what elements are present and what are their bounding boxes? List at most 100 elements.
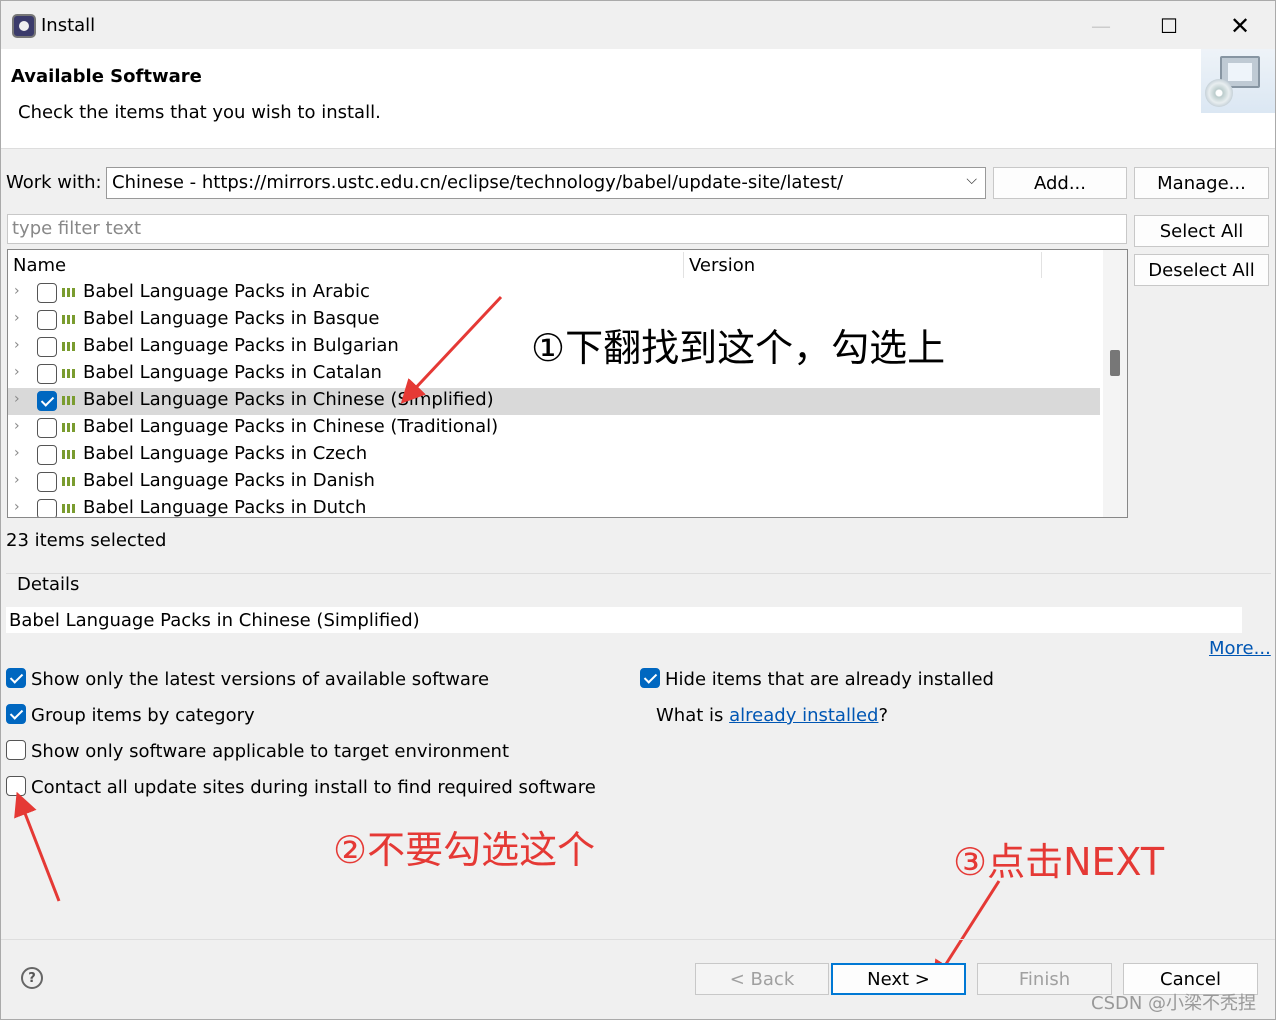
tree-scrollbar[interactable] [1103,250,1127,517]
column-divider[interactable] [683,252,684,278]
row-label: Babel Language Packs in Dutch [83,497,367,518]
hide-installed-checkbox[interactable] [640,668,660,688]
row-label: Babel Language Packs in Danish [83,470,375,491]
page-title: Available Software [11,66,202,87]
details-label: Details [15,574,82,595]
close-button[interactable]: ✕ [1217,9,1263,43]
row-checkbox[interactable] [37,364,57,384]
arrow-to-next-button [932,880,1001,986]
title-bar: Install — ☐ ✕ [1,1,1275,49]
annotation-step1: ①下翻找到这个，勾选上 [531,326,946,370]
feature-icon [62,288,77,297]
column-header-name[interactable]: Name [13,255,66,276]
contact-update-sites-checkbox[interactable] [6,776,26,796]
row-checkbox-checked[interactable] [37,391,57,411]
chevron-right-icon[interactable]: › [14,391,20,407]
group-by-category-checkbox[interactable] [6,704,26,724]
feature-icon [62,369,77,378]
column-divider[interactable] [1041,252,1042,278]
filter-input[interactable] [12,218,1122,239]
tree-row[interactable]: › Babel Language Packs in Chinese (Tradi… [8,415,1100,442]
option-hide-installed[interactable]: Hide items that are already installed [640,668,994,690]
feature-icon [62,477,77,486]
work-with-value: Chinese - https://mirrors.ustc.edu.cn/ec… [112,172,844,193]
manage-sites-button[interactable]: Manage... [1134,167,1269,199]
what-is-prefix: What is [656,705,730,726]
row-checkbox[interactable] [37,283,57,303]
target-environment-label: Show only software applicable to target … [31,741,510,762]
more-link[interactable]: More... [1209,638,1271,659]
row-label: Babel Language Packs in Arabic [83,281,370,302]
footer-divider [1,939,1275,940]
row-label: Babel Language Packs in Bulgarian [83,335,399,356]
tree-row-selected[interactable]: › Babel Language Packs in Chinese (Simpl… [8,388,1100,415]
chevron-right-icon[interactable]: › [14,364,20,380]
install-banner-icon [1201,49,1275,113]
annotation-step2: ②不要勾选这个 [333,828,596,872]
option-target-environment[interactable]: Show only software applicable to target … [6,740,510,762]
selection-status: 23 items selected [6,530,167,551]
details-description: Babel Language Packs in Chinese (Simplif… [6,607,1242,633]
row-checkbox[interactable] [37,310,57,330]
arrow-to-contact-checkbox [14,791,61,902]
work-with-label: Work with: [6,172,102,193]
feature-icon [62,315,77,324]
row-checkbox[interactable] [37,418,57,438]
eclipse-app-icon [12,14,36,38]
add-site-button[interactable]: Add... [993,167,1127,199]
option-latest-versions[interactable]: Show only the latest versions of availab… [6,668,490,690]
row-label: Babel Language Packs in Chinese (Traditi… [83,416,499,437]
chevron-down-icon[interactable]: ⌵ [966,172,977,188]
column-header-version[interactable]: Version [689,255,755,276]
option-contact-update-sites[interactable]: Contact all update sites during install … [6,776,596,798]
software-tree[interactable]: Name Version › Babel Language Packs in A… [7,249,1128,518]
disc-icon [1205,79,1233,107]
chevron-right-icon[interactable]: › [14,337,20,353]
target-environment-checkbox[interactable] [6,740,26,760]
wizard-header: Available Software Check the items that … [1,49,1275,149]
select-all-button[interactable]: Select All [1134,215,1269,247]
row-checkbox[interactable] [37,499,57,517]
maximize-button[interactable]: ☐ [1146,9,1192,43]
row-checkbox[interactable] [37,445,57,465]
row-label: Babel Language Packs in Czech [83,443,368,464]
next-button[interactable]: Next > [831,963,966,995]
back-button[interactable]: < Back [695,963,829,995]
tree-row[interactable]: › Babel Language Packs in Danish [8,469,1100,496]
row-checkbox[interactable] [37,472,57,492]
watermark: CSDN @小梁不秃捏 [1091,993,1257,1014]
tree-row[interactable]: › Babel Language Packs in Czech [8,442,1100,469]
group-by-category-label: Group items by category [31,705,255,726]
page-subtitle: Check the items that you wish to install… [18,102,381,123]
feature-icon [62,423,77,432]
work-with-combo[interactable]: Chinese - https://mirrors.ustc.edu.cn/ec… [106,167,986,199]
row-checkbox[interactable] [37,337,57,357]
annotation-step3: ③点击NEXT [953,840,1165,884]
feature-icon [62,504,77,513]
tree-row[interactable]: › Babel Language Packs in Dutch [8,496,1100,518]
latest-versions-label: Show only the latest versions of availab… [31,669,490,690]
chevron-right-icon[interactable]: › [14,418,20,434]
latest-versions-checkbox[interactable] [6,668,26,688]
already-installed-link[interactable]: already installed [729,705,878,726]
row-label: Babel Language Packs in Chinese (Simplif… [83,389,494,410]
chevron-right-icon[interactable]: › [14,445,20,461]
help-icon[interactable]: ? [21,967,43,989]
chevron-right-icon[interactable]: › [14,310,20,326]
option-group-by-category[interactable]: Group items by category [6,704,255,726]
install-dialog: Install — ☐ ✕ Available Software Check t… [0,0,1276,1020]
tree-row[interactable]: › Babel Language Packs in Arabic [8,280,1100,307]
minimize-button[interactable]: — [1078,9,1124,43]
scrollbar-thumb[interactable] [1110,350,1120,376]
row-label: Babel Language Packs in Catalan [83,362,382,383]
chevron-right-icon[interactable]: › [14,499,20,515]
filter-field[interactable] [7,214,1127,244]
what-is-suffix: ? [878,705,889,726]
deselect-all-button[interactable]: Deselect All [1134,254,1269,286]
feature-icon [62,342,77,351]
what-is-installed-text: What is already installed? [656,705,888,726]
feature-icon [62,450,77,459]
chevron-right-icon[interactable]: › [14,472,20,488]
chevron-right-icon[interactable]: › [14,283,20,299]
window-title: Install [41,15,96,36]
